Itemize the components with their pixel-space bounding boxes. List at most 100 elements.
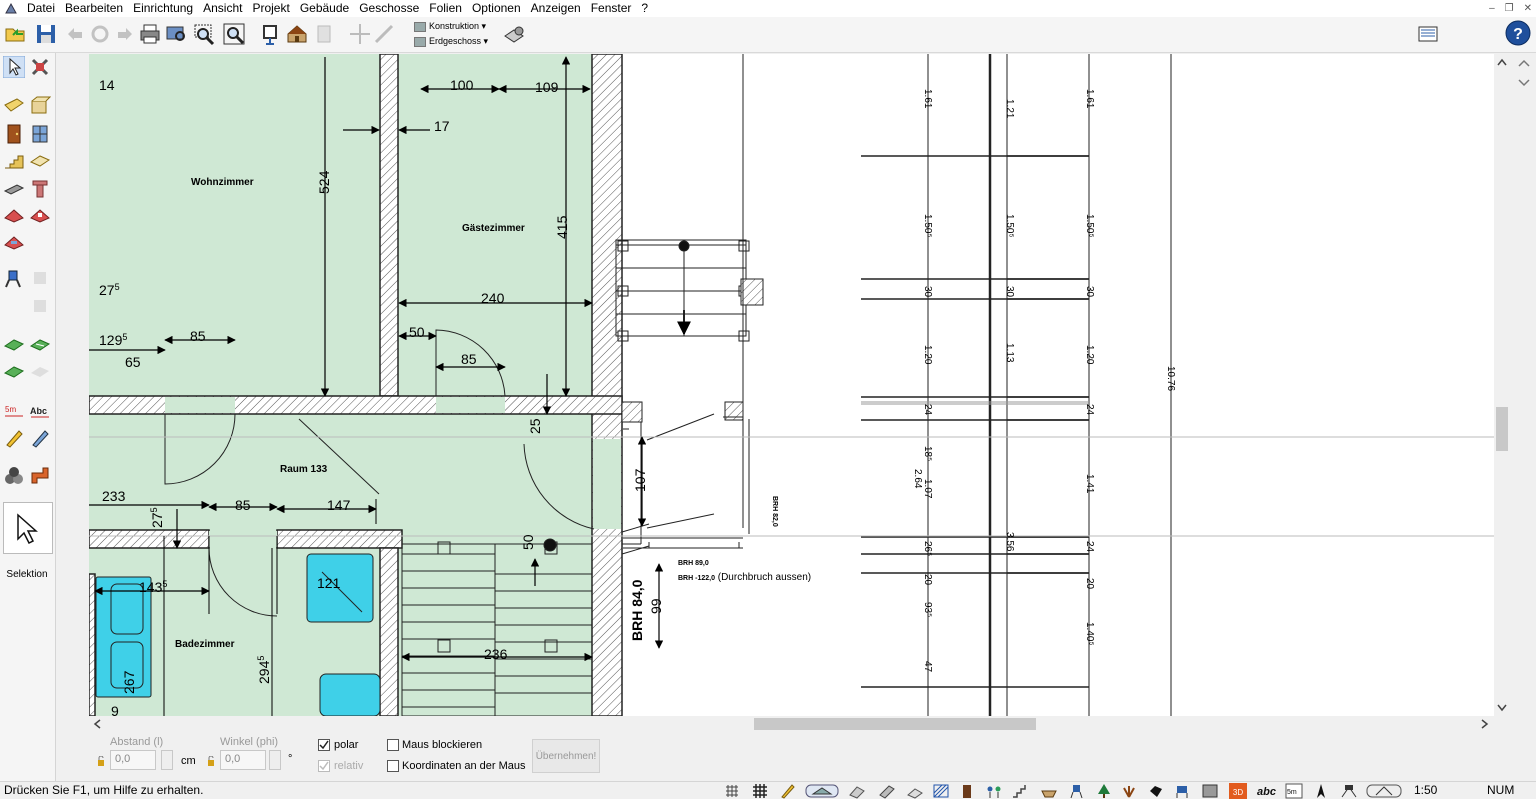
pen-icon[interactable] [29,427,51,449]
grid-dots-icon[interactable] [723,783,741,799]
horizontal-scrollbar[interactable] [89,716,1510,732]
open-folder-icon[interactable] [4,22,28,46]
floor-settings-icon[interactable] [502,22,526,46]
chair-2-icon[interactable] [1173,783,1191,799]
vertical-scroll-thumb[interactable] [1496,407,1508,451]
dormer-icon[interactable] [29,204,51,226]
restore-icon[interactable]: ❐ [1505,0,1514,17]
furniture-status-icon[interactable] [985,783,1003,799]
vertical-scrollbar[interactable] [1494,54,1510,716]
undo-icon[interactable] [64,22,88,46]
slab-icon[interactable] [29,150,51,172]
pencil-status-icon[interactable] [779,783,797,799]
scroll-left-icon[interactable] [93,719,101,729]
floor-combo[interactable]: Erdgeschoss ▾ [414,34,488,49]
slab-status-icon[interactable] [906,783,924,799]
polar-checkbox[interactable] [318,739,330,751]
menu-geschosse[interactable]: Geschosse [354,0,424,17]
catalog-icon[interactable] [1416,22,1440,46]
column-icon[interactable] [29,177,51,199]
text-abc-icon[interactable]: abc [1256,783,1278,799]
plan-view-icon[interactable] [258,22,282,46]
print-preview-icon[interactable] [164,22,188,46]
scroll-down-icon[interactable] [1497,704,1507,712]
house-3d-icon[interactable] [285,22,309,46]
hatch-icon[interactable] [932,783,950,799]
menu-gebaeude[interactable]: Gebäude [295,0,354,17]
terrain-2-icon[interactable] [29,334,51,356]
pipe-icon[interactable] [29,465,51,487]
panel-expand-icon[interactable] [1517,75,1531,89]
save-icon[interactable] [34,22,58,46]
menu-folien[interactable]: Folien [424,0,467,17]
angle-spinner[interactable] [269,750,281,770]
menu-help[interactable]: ? [636,0,653,17]
distance-input[interactable]: 0,0 [110,750,156,770]
wall-icon[interactable] [3,95,25,117]
image-icon[interactable] [1201,783,1219,799]
floor-plan[interactable]: Wohnzimmer Gästezimmer Raum 133 Badezimm… [89,54,1494,716]
relativ-checkbox[interactable] [318,760,330,772]
stairs-status-icon[interactable] [1011,783,1029,799]
dimension-icon[interactable]: 5m [3,400,25,422]
snap-icon[interactable] [805,783,839,799]
redo-2-icon[interactable] [88,22,112,46]
pet-icon[interactable] [1147,783,1165,799]
move-icon[interactable] [348,22,372,46]
terrain-4-icon[interactable] [29,361,51,383]
zoom-all-icon[interactable] [222,22,246,46]
furniture-2-icon[interactable] [29,267,51,289]
tree-icon[interactable] [1095,783,1113,799]
plant-icon[interactable] [1120,783,1138,799]
scale-readout[interactable]: 1:50 [1414,783,1437,797]
menu-optionen[interactable]: Optionen [467,0,526,17]
menu-projekt[interactable]: Projekt [247,0,294,17]
text-icon[interactable]: Abc [29,400,51,422]
furniture-3-icon[interactable] [29,295,51,317]
menu-einrichtung[interactable]: Einrichtung [128,0,198,17]
window-icon[interactable] [29,123,51,145]
minimize-icon[interactable]: – [1489,0,1495,17]
group-icon[interactable] [3,465,25,487]
layer-combo[interactable]: Konstruktion ▾ [414,19,488,34]
print-icon[interactable] [138,22,162,46]
menu-ansicht[interactable]: Ansicht [198,0,247,17]
north-arrow-icon[interactable] [1312,783,1330,799]
pointer-icon[interactable] [3,56,25,78]
horizontal-scroll-thumb[interactable] [754,718,1036,730]
measure-icon[interactable] [372,22,396,46]
koordinaten-checkbox[interactable] [387,760,399,772]
camera-icon[interactable] [1340,783,1358,799]
scroll-up-icon[interactable] [1497,58,1507,66]
tools-icon[interactable] [29,56,51,78]
chair-icon[interactable] [1068,783,1086,799]
zoom-window-icon[interactable] [192,22,216,46]
menu-fenster[interactable]: Fenster [586,0,637,17]
apply-button[interactable]: Übernehmen! [532,739,600,773]
beam-icon[interactable] [3,177,25,199]
pencil-icon[interactable] [3,427,25,449]
menu-anzeigen[interactable]: Anzeigen [526,0,586,17]
surface-icon[interactable] [848,783,866,799]
distance-spinner[interactable] [161,750,173,770]
roof-window-icon[interactable] [3,231,25,253]
roof-icon[interactable] [3,204,25,226]
angle-input[interactable]: 0,0 [220,750,266,770]
selection-tool[interactable] [3,502,53,554]
stairs-icon[interactable] [3,150,25,172]
help-icon[interactable]: ? [1505,20,1531,46]
grid-icon[interactable] [751,783,769,799]
scroll-right-icon[interactable] [1481,719,1489,729]
terrain-3-icon[interactable] [3,361,25,383]
panel-toggle-icon[interactable] [1517,57,1531,71]
close-icon[interactable]: ✕ [1524,0,1532,17]
menu-bearbeiten[interactable]: Bearbeiten [60,0,128,17]
drawing-canvas[interactable]: Wohnzimmer Gästezimmer Raum 133 Badezimm… [89,54,1494,716]
menu-datei[interactable]: Datei [22,0,60,17]
wall-3d-icon[interactable] [29,95,51,117]
sanitary-icon[interactable] [1040,783,1058,799]
lock-2-icon[interactable] [207,756,215,766]
lock-icon[interactable] [97,756,105,766]
walkthrough-icon[interactable] [1366,783,1402,799]
dimension-status-icon[interactable]: 5m [1285,783,1303,799]
